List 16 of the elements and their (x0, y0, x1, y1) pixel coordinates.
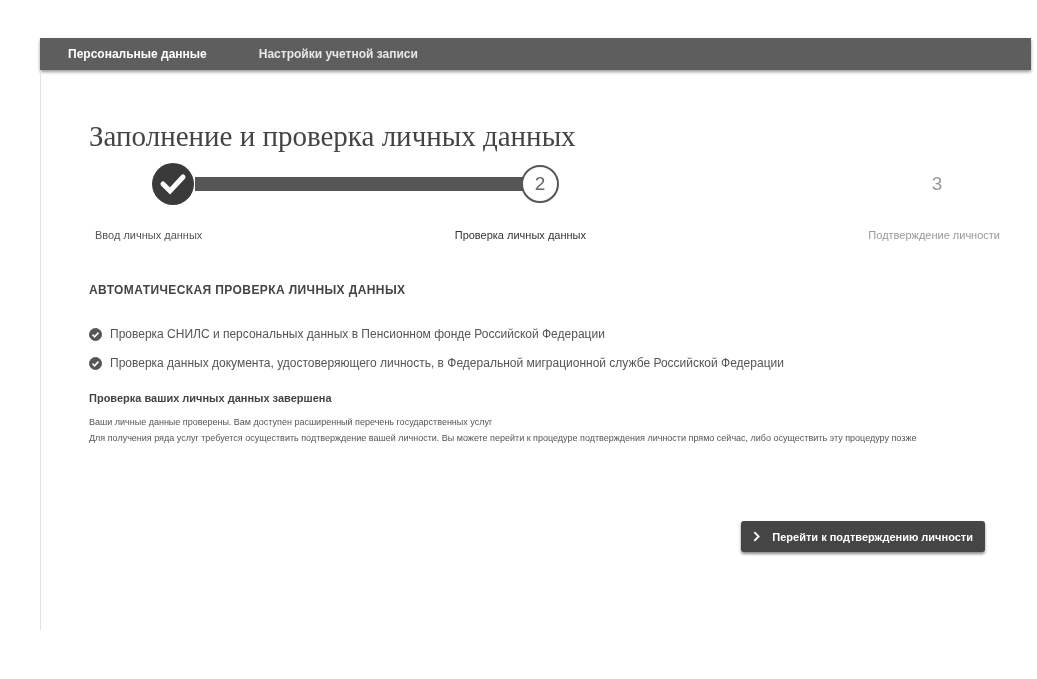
step-label: Проверка личных данных (454, 229, 586, 241)
chevron-right-icon (753, 531, 761, 542)
result-text: Ваши личные данные проверены. Вам доступен расширенный перечень государственных услуг (89, 416, 494, 429)
check-text: Проверка данных документа, удостоверяющего личность, в Федеральной миграционной службе Российской Федерации (110, 356, 784, 370)
page-title: Заполнение и проверка личных данных (89, 120, 577, 153)
step-number: 2 (521, 165, 559, 203)
step-number: 3 (930, 172, 944, 196)
section-heading: АВТОМАТИЧЕСКАЯ ПРОВЕРКА ЛИЧНЫХ ДАННЫХ (89, 283, 407, 297)
result-text: Для получения ряда услуг требуется осуществить подтверждение вашей личности. Вы можете перейти к процедуре подтверждения личности прямо сейчас, либо осуществить эту процедуру позже (89, 432, 918, 445)
step-label: Подтверждение личности (868, 229, 1000, 241)
nav-tab[interactable]: Настройки учетной записи (258, 47, 418, 61)
nav-tab[interactable]: Персональные данные (68, 47, 207, 61)
result-heading: Проверка ваших личных данных завершена (89, 392, 333, 404)
confirm-identity-button[interactable]: Перейти к подтверждению личности (741, 521, 985, 552)
check-text: Проверка СНИЛС и персональных данных в Пенсионном фонде Российской Федерации (110, 327, 605, 341)
step-label: Ввод личных данных (95, 229, 203, 241)
